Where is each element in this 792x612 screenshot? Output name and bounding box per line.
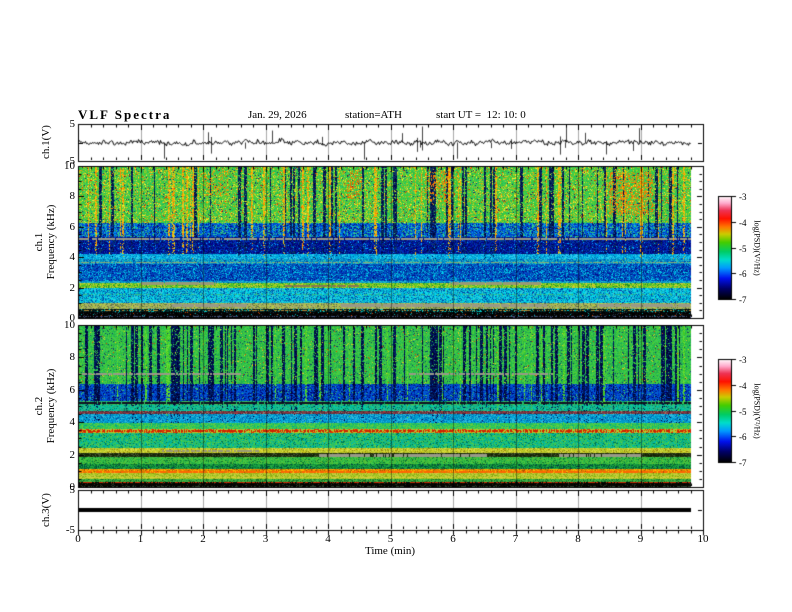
- time-tick-label: 4: [325, 533, 331, 545]
- ch1-freq-axis-label: ch.1 Frequency (kHz): [33, 205, 57, 280]
- colorbar2-tick-label: -7: [739, 458, 747, 468]
- ch3-volts-tick-label: 5: [69, 484, 76, 496]
- ch1-freq-axis-label-line2: Frequency (kHz): [45, 204, 57, 280]
- colorbar1-tick-label: -7: [739, 295, 747, 305]
- station-label: station=ATH: [345, 109, 402, 121]
- ch1-freq-tick-label: 4: [69, 251, 76, 264]
- plot-canvas: [0, 0, 792, 612]
- ch2-freq-tick-label: 4: [69, 416, 76, 429]
- colorbar1-tick-label: -4: [739, 217, 747, 228]
- time-tick-label: 9: [637, 533, 644, 545]
- ch1-freq-tick-label: 8: [69, 190, 76, 203]
- colorbar2-tick-label: -4: [739, 380, 747, 391]
- ch2-freq-tick-label: 10: [64, 319, 75, 331]
- ch1-freq-axis-label-line1: ch.1: [33, 232, 45, 252]
- colorbar2-tick-label: -6: [739, 432, 747, 443]
- time-tick-label: 0: [75, 533, 81, 545]
- ch1-freq-tick-label: 2: [69, 281, 76, 294]
- colorbar1-tick-label: -3: [739, 192, 747, 202]
- time-tick-label: 7: [512, 533, 519, 545]
- time-tick-label: 2: [200, 533, 206, 545]
- ch2-freq-axis-label-line1: ch.2: [33, 396, 45, 416]
- ch2-freq-tick-label: 6: [69, 383, 76, 396]
- time-tick-label: 5: [387, 533, 394, 545]
- ch1-volts-axis-label: ch.1(V): [40, 125, 52, 159]
- ch2-freq-axis-label-line2: Frequency (kHz): [45, 368, 57, 444]
- page-title: VLF Spectra: [78, 107, 172, 122]
- colorbar2-tick-label: -3: [739, 355, 747, 365]
- start-ut-label: start UT = 12: 10: 0: [436, 109, 526, 121]
- date-label: Jan. 29, 2026: [248, 109, 307, 121]
- ch2-freq-tick-label: 2: [69, 448, 76, 461]
- time-axis-label: Time (min): [364, 545, 416, 557]
- colorbar1-tick-label: -6: [739, 269, 747, 280]
- time-tick-label: 8: [575, 533, 581, 545]
- colorbar2-tick-label: -5: [739, 406, 747, 417]
- ch1-volts-tick-label: -5: [65, 155, 75, 167]
- ch2-freq-axis-label: ch.2 Frequency (kHz): [33, 369, 57, 444]
- time-tick-label: 10: [697, 533, 709, 545]
- ch3-volts-tick-label: -5: [65, 524, 75, 536]
- time-tick-label: 3: [262, 533, 269, 545]
- ch3-volts-axis-label: ch.3(V): [40, 493, 52, 527]
- ch1-volts-tick-label: 5: [69, 118, 76, 130]
- ch1-freq-tick-label: 6: [69, 220, 76, 233]
- colorbar1-unit-label: log(PSD)(V²/Hz): [752, 220, 762, 276]
- ch2-freq-tick-label: 8: [69, 351, 76, 364]
- colorbar1-tick-label: -5: [739, 243, 747, 254]
- vlf-spectra-plot: VLF Spectra Jan. 29, 2026 station=ATH st…: [0, 0, 792, 612]
- time-tick-label: 1: [137, 533, 144, 545]
- colorbar2-unit-label: log(PSD)(V²/Hz): [752, 383, 762, 439]
- time-tick-label: 6: [450, 533, 456, 545]
